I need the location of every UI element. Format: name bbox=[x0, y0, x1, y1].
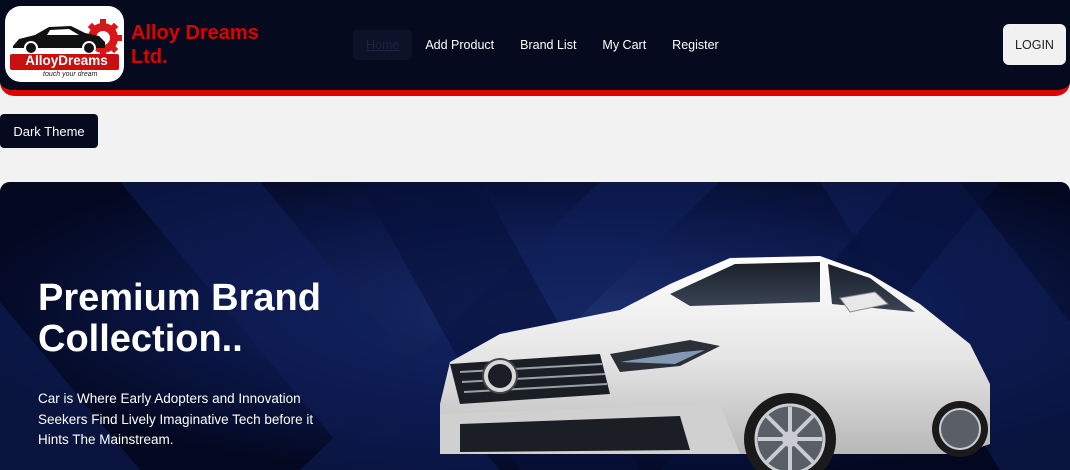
nav-brand-list-link[interactable]: Brand List bbox=[507, 30, 589, 60]
hero-title: Premium Brand Collection.. bbox=[38, 277, 321, 360]
logo-tagline: touch your dream bbox=[43, 71, 98, 78]
site-logo[interactable]: AlloyDreams touch your dream bbox=[5, 6, 124, 82]
nav-add-product-link[interactable]: Add Product bbox=[412, 30, 507, 60]
login-button[interactable]: LOGIN bbox=[1003, 24, 1066, 65]
logo-wordmark: AlloyDreams bbox=[25, 53, 108, 68]
nav-home-link[interactable]: Home bbox=[353, 30, 413, 60]
dark-theme-button[interactable]: Dark Theme bbox=[0, 114, 98, 148]
brand-name[interactable]: Alloy Dreams Ltd. bbox=[131, 21, 271, 69]
nav-register-link[interactable]: Register bbox=[659, 30, 732, 60]
hero-banner: Premium Brand Collection.. Car is Where … bbox=[0, 182, 1070, 470]
main-nav: Home Add Product Brand List My Cart Regi… bbox=[353, 30, 732, 60]
white-coupe-car-image bbox=[440, 256, 990, 470]
nav-my-cart-link[interactable]: My Cart bbox=[589, 30, 659, 60]
navbar: AlloyDreams touch your dream Alloy Dream… bbox=[0, 0, 1070, 96]
hero-description: Car is Where Early Adopters and Innovati… bbox=[38, 391, 314, 447]
